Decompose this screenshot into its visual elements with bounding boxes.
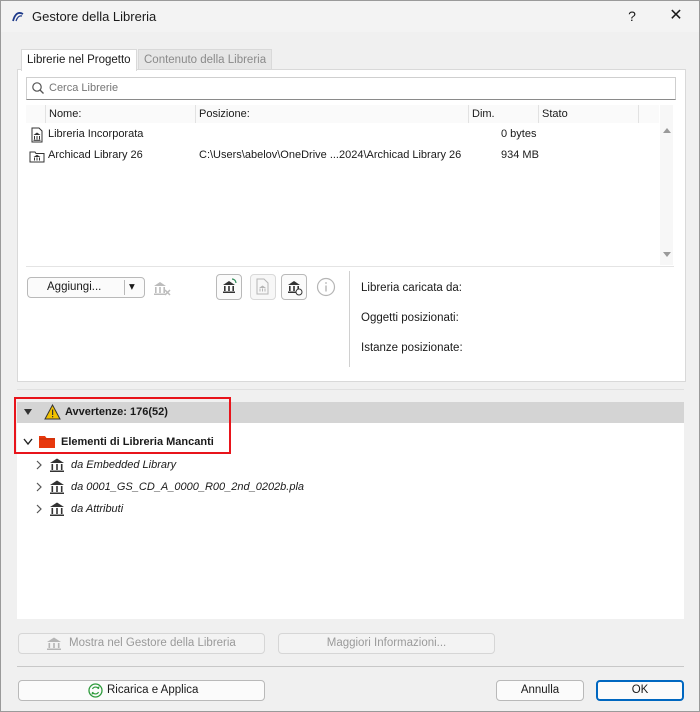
reload-and-apply-button[interactable]: Ricarica e Applica: [18, 680, 265, 701]
export-library-button[interactable]: [250, 274, 276, 300]
tree-item-label: da Embedded Library: [71, 459, 177, 471]
table-row[interactable]: Libreria Incorporata 0 bytes: [26, 124, 659, 145]
library-sync-icon: [288, 281, 303, 296]
search-input[interactable]: [49, 78, 649, 99]
library-size: 0 bytes: [501, 128, 537, 140]
library-loaded-from-label: Libreria caricata da:: [361, 282, 462, 294]
library-position: C:\Users\abelov\OneDrive ...2024\Archica…: [199, 149, 462, 161]
info-icon: [316, 277, 336, 297]
cancel-button[interactable]: Annulla: [496, 680, 584, 701]
chevron-down-icon[interactable]: ▾: [129, 278, 135, 297]
library-size: 934 MB: [501, 149, 539, 161]
document-library-icon: [256, 278, 269, 295]
library-icon: [47, 637, 61, 650]
libraries-table: Nome: Posizione: Dim. Stato Libreria Inc…: [26, 105, 659, 265]
show-in-library-manager-button[interactable]: Mostra nel Gestore della Libreria: [18, 633, 265, 654]
library-icon: [50, 480, 64, 494]
tree-item-embedded-library[interactable]: da Embedded Library: [17, 455, 684, 475]
column-header-position[interactable]: Posizione:: [196, 105, 469, 123]
search-icon: [32, 82, 44, 94]
library-icon: [29, 151, 45, 163]
refresh-icon: [88, 683, 103, 698]
tree-item-label: da Attributi: [71, 503, 124, 515]
archicad-icon: [12, 12, 24, 22]
column-header-status[interactable]: Stato: [539, 105, 639, 123]
library-settings-button[interactable]: [281, 274, 307, 300]
info-button[interactable]: [313, 274, 339, 300]
close-button[interactable]: ✕: [665, 5, 687, 27]
tree-item-attributes[interactable]: da Attributi: [17, 499, 684, 519]
help-button[interactable]: ?: [621, 5, 643, 27]
table-row[interactable]: Archicad Library 26 C:\Users\abelov\OneD…: [26, 145, 659, 166]
tab-library-content[interactable]: Contenuto della Libreria: [138, 49, 273, 70]
library-name: Archicad Library 26: [48, 149, 143, 161]
tree-item-label: da 0001_GS_CD_A_0000_R00_2nd_0202b.pla: [71, 481, 305, 493]
placed-instances-label: Istanze posizionate:: [361, 342, 463, 354]
add-library-button[interactable]: Aggiungi... ▾: [27, 277, 145, 298]
window-title: Gestore della Libreria: [32, 9, 157, 24]
chevron-right-icon[interactable]: [36, 482, 43, 492]
chevron-right-icon[interactable]: [36, 504, 43, 514]
tab-libraries-in-project[interactable]: Librerie nel Progetto: [21, 49, 137, 71]
chevron-right-icon[interactable]: [36, 460, 43, 470]
column-header-name[interactable]: Nome:: [46, 105, 196, 123]
highlight-annotation: [14, 397, 231, 454]
library-manager-dialog: Gestore della Libreria ? ✕ Librerie nel …: [0, 0, 700, 712]
scroll-up-icon[interactable]: [663, 127, 671, 133]
table-scrollbar[interactable]: [660, 105, 673, 265]
placed-objects-label: Oggetti posizionati:: [361, 312, 459, 324]
embed-library-button[interactable]: [216, 274, 242, 300]
embedded-library-icon: [31, 127, 43, 143]
remove-library-icon[interactable]: [151, 279, 171, 297]
scroll-down-icon[interactable]: [663, 252, 671, 258]
title-bar: Gestore della Libreria ? ✕: [1, 1, 699, 32]
library-name: Libreria Incorporata: [48, 128, 144, 140]
tree-item-pla-file[interactable]: da 0001_GS_CD_A_0000_R00_2nd_0202b.pla: [17, 477, 684, 497]
library-embed-icon: [223, 278, 237, 293]
ok-button[interactable]: OK: [596, 680, 684, 701]
library-icon: [50, 502, 64, 516]
library-icon: [50, 458, 64, 472]
column-header-size[interactable]: Dim.: [469, 105, 539, 123]
search-box[interactable]: [26, 77, 676, 100]
more-info-button[interactable]: Maggiori Informazioni...: [278, 633, 495, 654]
column-header-icon: [26, 105, 46, 123]
